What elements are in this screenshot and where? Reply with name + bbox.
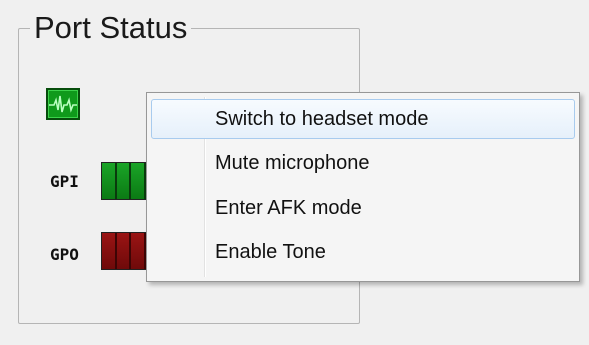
- gpi-led: [116, 163, 132, 199]
- gpo-led: [131, 233, 147, 269]
- gpo-led: [116, 233, 132, 269]
- menu-item-mute-microphone[interactable]: Mute microphone: [151, 143, 575, 183]
- pulse-icon[interactable]: [46, 88, 80, 120]
- gpi-led: [131, 163, 147, 199]
- menu-item-enable-tone[interactable]: Enable Tone: [151, 232, 575, 272]
- gpi-indicator-bank: [101, 162, 147, 200]
- menu-item-enter-afk-mode[interactable]: Enter AFK mode: [151, 188, 575, 228]
- menu-item-switch-headset-mode[interactable]: Switch to headset mode: [151, 99, 575, 139]
- gpi-led: [102, 163, 117, 199]
- gpo-label: GPO: [50, 245, 79, 264]
- group-title: Port Status: [30, 9, 192, 47]
- pulse-graphic: [49, 95, 77, 113]
- context-menu: Switch to headset mode Mute microphone E…: [146, 92, 580, 282]
- gpo-led: [102, 233, 117, 269]
- gpi-label: GPI: [50, 172, 79, 191]
- port-status-panel: Port Status GPI GPO Switch to headset mo…: [0, 0, 589, 345]
- gpo-indicator-bank: [101, 232, 147, 270]
